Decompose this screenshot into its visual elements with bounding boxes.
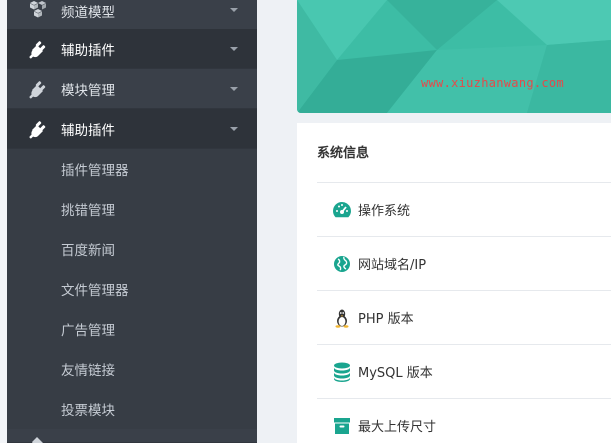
sidebar: 频道模型 辅助插件 模块管理 辅助插件 插件管理器 挑错管理 百度新闻 文件管理… (7, 0, 257, 443)
panel-title: 系统信息 (317, 146, 370, 161)
chevron-down-icon (230, 8, 238, 12)
sidebar-subitem-file-manager[interactable]: 文件管理器 (7, 269, 257, 309)
info-label: 最大上传尺寸 (358, 420, 437, 435)
archive-icon (331, 415, 353, 437)
system-info-panel: 系统信息 操作系统 网站域名/IP PHP 版本 MySQL 版本 最大上传尺寸 (297, 123, 611, 443)
info-label: 网站域名/IP (358, 258, 427, 273)
plug-icon (27, 430, 49, 443)
sidebar-item-label: 辅助插件 (61, 122, 115, 139)
info-row-php: PHP 版本 (317, 290, 611, 344)
sidebar-subitem-label: 广告管理 (61, 323, 115, 339)
info-row-domain: 网站域名/IP (317, 236, 611, 290)
info-row-upload-size: 最大上传尺寸 (317, 398, 611, 443)
watermark-text: www.xiuzhanwang.com (421, 76, 564, 90)
chevron-down-icon (230, 126, 238, 131)
plug-icon (27, 78, 49, 100)
sidebar-subitem-ads[interactable]: 广告管理 (7, 309, 257, 349)
info-label: 操作系统 (358, 204, 411, 219)
banner-pattern (297, 0, 611, 113)
sidebar-item-plugins[interactable]: 辅助插件 (7, 29, 257, 69)
chevron-down-icon (230, 86, 238, 91)
sidebar-subitem-vote[interactable]: 投票模块 (7, 389, 257, 429)
sidebar-subitem-friend-links[interactable]: 友情链接 (7, 349, 257, 389)
sidebar-subitem-plugin-manager[interactable]: 插件管理器 (7, 149, 257, 189)
linux-icon (331, 307, 353, 329)
globe-icon (331, 253, 353, 275)
sidebar-subitem-label: 插件管理器 (61, 163, 129, 179)
sidebar-subitem-label: 友情链接 (61, 363, 115, 379)
cubes-icon (27, 0, 49, 20)
sidebar-item-label: 辅助插件 (61, 42, 115, 59)
chevron-down-icon (230, 46, 238, 51)
sidebar-item-label: 模块管理 (61, 82, 115, 99)
sidebar-subitem-baidu-news[interactable]: 百度新闻 (7, 229, 257, 269)
welcome-banner: www.xiuzhanwang.com (297, 0, 611, 113)
sidebar-subitem-label: 挑错管理 (61, 203, 115, 219)
info-label: MySQL 版本 (358, 366, 433, 381)
sidebar-subitem-label: 文件管理器 (61, 283, 129, 299)
sidebar-item-label: 频道模型 (61, 5, 115, 21)
sidebar-subitem-error-report[interactable]: 挑错管理 (7, 189, 257, 229)
dashboard-icon (331, 199, 353, 221)
database-icon (331, 361, 353, 383)
sidebar-item-channel-model[interactable]: 频道模型 (7, 0, 257, 30)
plug-icon (27, 38, 49, 60)
window-edge (0, 0, 7, 443)
sidebar-item-next[interactable] (7, 429, 257, 443)
sidebar-subitem-label: 百度新闻 (61, 243, 115, 259)
sidebar-item-plugins-expanded[interactable]: 辅助插件 (7, 109, 257, 149)
info-row-mysql: MySQL 版本 (317, 344, 611, 398)
sidebar-item-modules[interactable]: 模块管理 (7, 69, 257, 109)
info-label: PHP 版本 (358, 312, 414, 327)
sidebar-subitem-label: 投票模块 (61, 403, 115, 419)
info-row-os: 操作系统 (317, 182, 611, 236)
plug-icon (27, 118, 49, 140)
